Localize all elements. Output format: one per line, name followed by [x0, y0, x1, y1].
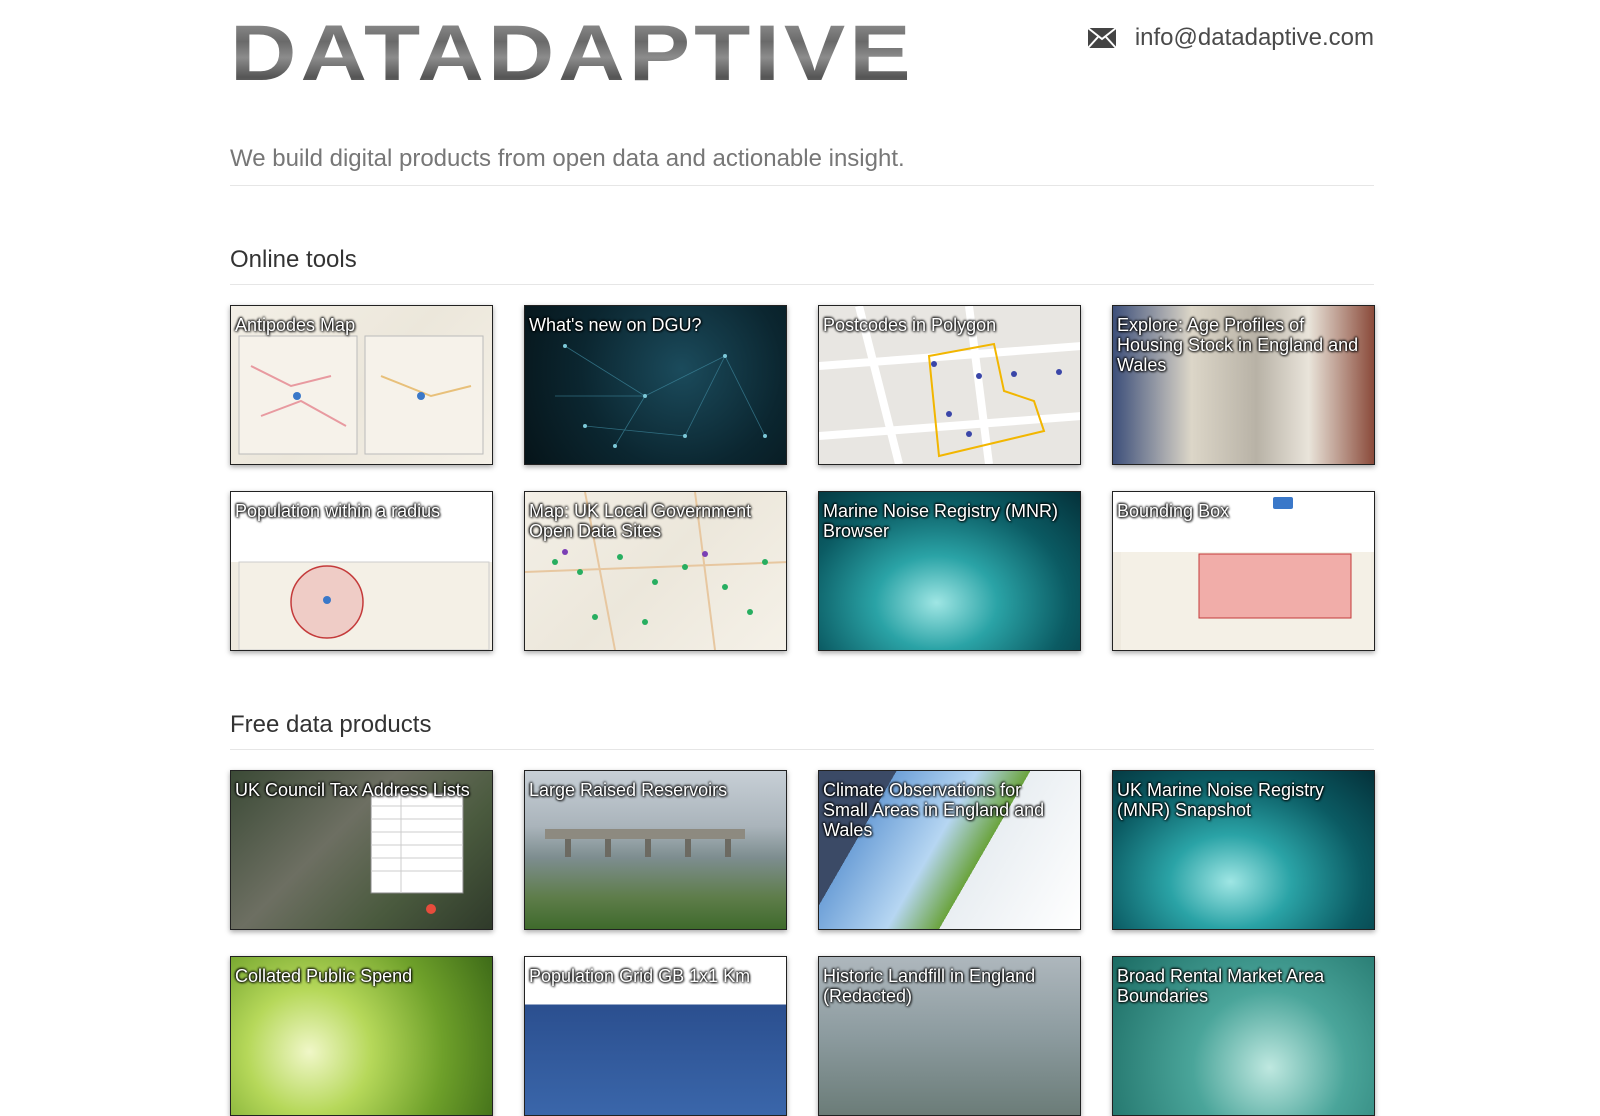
- site-logo[interactable]: DATADAPTIVE: [230, 14, 915, 93]
- envelope-icon: [1087, 27, 1117, 49]
- free-data-grid: UK Council Tax Address Lists Large Raise…: [230, 770, 1375, 1116]
- section-title-online-tools: Online tools: [230, 246, 1374, 285]
- tagline: We build digital products from open data…: [230, 145, 1374, 186]
- email-link[interactable]: info@datadaptive.com: [1135, 24, 1374, 52]
- card-council-tax-addresses[interactable]: UK Council Tax Address Lists: [230, 770, 493, 930]
- card-label: Marine Noise Registry (MNR) Browser: [823, 501, 1059, 541]
- card-bounding-box[interactable]: Bounding Box: [1112, 491, 1375, 651]
- card-mnr-snapshot[interactable]: UK Marine Noise Registry (MNR) Snapshot: [1112, 770, 1375, 930]
- card-label: Population within a radius: [235, 501, 441, 521]
- card-label: Population Grid GB 1x1 Km: [529, 966, 751, 986]
- card-label: Historic Landfill in England (Redacted): [823, 966, 1036, 1006]
- card-postcodes-in-polygon[interactable]: Postcodes in Polygon: [818, 305, 1081, 465]
- card-historic-landfill[interactable]: Historic Landfill in England (Redacted): [818, 956, 1081, 1116]
- card-label: UK Marine Noise Registry (MNR) Snapshot: [1117, 780, 1325, 820]
- card-label: Bounding Box: [1117, 501, 1230, 521]
- card-age-profiles-housing[interactable]: Explore: Age Profiles of Housing Stock i…: [1112, 305, 1375, 465]
- card-label: UK Council Tax Address Lists: [235, 780, 470, 800]
- card-local-gov-open-data[interactable]: Map: UK Local Government Open Data Sites: [524, 491, 787, 651]
- card-mnr-browser[interactable]: Marine Noise Registry (MNR) Browser: [818, 491, 1081, 651]
- card-label: Explore: Age Profiles of Housing Stock i…: [1117, 315, 1359, 375]
- card-antipodes-map[interactable]: Antipodes Map: [230, 305, 493, 465]
- card-large-raised-reservoirs[interactable]: Large Raised Reservoirs: [524, 770, 787, 930]
- card-whats-new-dgu[interactable]: What's new on DGU?: [524, 305, 787, 465]
- page: DATADAPTIVE info@datadaptive.com We buil…: [230, 0, 1375, 1116]
- card-label: Postcodes in Polygon: [823, 315, 997, 335]
- card-label: What's new on DGU?: [529, 315, 702, 335]
- header: DATADAPTIVE info@datadaptive.com: [230, 0, 1374, 130]
- card-label: Map: UK Local Government Open Data Sites: [529, 501, 752, 541]
- card-collated-public-spend[interactable]: Collated Public Spend: [230, 956, 493, 1116]
- card-label: Large Raised Reservoirs: [529, 780, 728, 800]
- card-label: Climate Observations for Small Areas in …: [823, 780, 1045, 840]
- card-label: Antipodes Map: [235, 315, 356, 335]
- card-climate-observations[interactable]: Climate Observations for Small Areas in …: [818, 770, 1081, 930]
- card-brma-boundaries[interactable]: Broad Rental Market Area Boundaries: [1112, 956, 1375, 1116]
- card-label: Broad Rental Market Area Boundaries: [1117, 966, 1325, 1006]
- section-title-free-data-products: Free data products: [230, 711, 1374, 750]
- card-population-radius[interactable]: Population within a radius: [230, 491, 493, 651]
- card-label: Collated Public Spend: [235, 966, 413, 986]
- online-tools-grid: Antipodes Map What's new on DGU? Postcod…: [230, 305, 1375, 651]
- card-population-grid[interactable]: Population Grid GB 1x1 Km: [524, 956, 787, 1116]
- contact: info@datadaptive.com: [1087, 24, 1374, 52]
